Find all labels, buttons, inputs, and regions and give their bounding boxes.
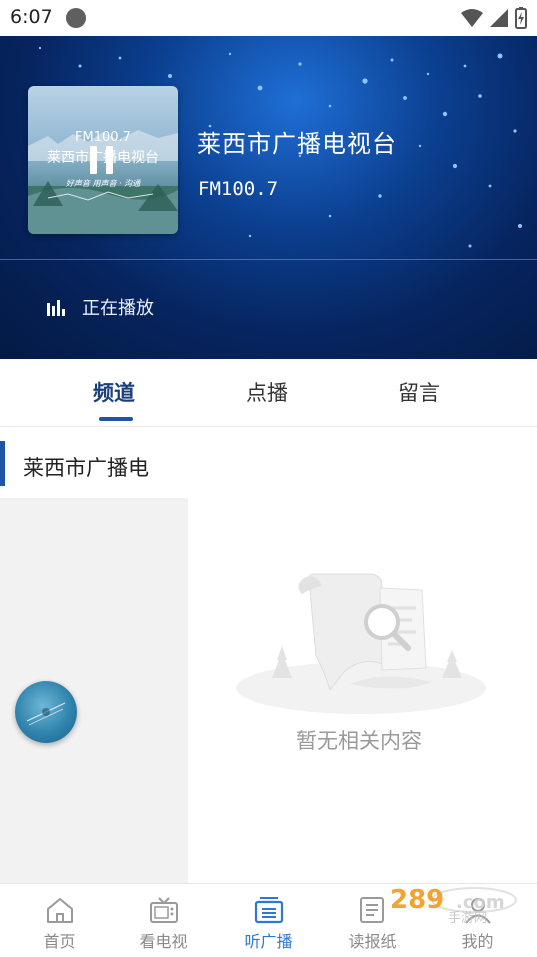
- now-playing-label: 正在播放: [82, 298, 154, 319]
- home-icon: [46, 898, 73, 923]
- status-time: 6:07: [10, 6, 53, 28]
- pause-icon-bar-right: [106, 146, 113, 174]
- cover-frequency: FM100.7: [75, 130, 131, 145]
- cover-slogan: 好声音 用声音 · 沟通: [65, 179, 141, 188]
- floating-player-disc[interactable]: [15, 681, 77, 743]
- status-bar: 6:07: [0, 0, 537, 36]
- pause-icon-bar-left: [90, 146, 97, 174]
- battery-icon: [515, 7, 527, 29]
- equalizer-icon: [47, 300, 65, 316]
- notification-dot-icon: [66, 8, 86, 28]
- player-header: FM100.7 莱西市广播电视台 好声音 用声音 · 沟通 莱西市广播电视台 F…: [0, 36, 537, 359]
- disc-artwork-icon: [26, 702, 66, 726]
- wifi-icon: [461, 9, 483, 27]
- divider: [0, 259, 537, 260]
- station-frequency: FM100.7: [198, 178, 279, 200]
- signal-icon: [490, 9, 508, 27]
- nav-label-radio: 听广播: [244, 932, 293, 951]
- empty-state-message: 暂无相关内容: [296, 729, 422, 753]
- station-title: 莱西市广播电视台: [197, 130, 397, 158]
- tab-bar: 频道 点播 留言: [0, 359, 537, 427]
- radio-icon: [254, 897, 283, 924]
- tab-on-demand[interactable]: 点播: [246, 377, 288, 407]
- tv-icon: [149, 897, 178, 923]
- status-icons: [461, 7, 527, 29]
- album-cover[interactable]: FM100.7 莱西市广播电视台 好声音 用声音 · 沟通: [28, 86, 178, 234]
- nav-item-radio[interactable]: 听广播: [215, 884, 322, 957]
- pause-button[interactable]: [90, 146, 116, 174]
- nav-label-tv: 看电视: [139, 932, 188, 951]
- tab-channels[interactable]: 频道: [93, 377, 135, 407]
- section-accent-bar: [0, 441, 5, 486]
- empty-state-illustration: [236, 573, 486, 714]
- watermark-logo: 289 .com 手游网: [390, 885, 517, 926]
- section-title: 莱西市广播电: [23, 456, 149, 480]
- section-header: 莱西市广播电: [0, 438, 537, 486]
- svg-text:.com: .com: [456, 892, 505, 913]
- now-playing-indicator: 正在播放: [46, 294, 154, 320]
- nav-item-home[interactable]: 首页: [6, 884, 113, 957]
- active-tab-indicator: [99, 417, 133, 421]
- tab-messages[interactable]: 留言: [398, 377, 440, 407]
- nav-label-home: 首页: [43, 932, 76, 951]
- nav-item-tv[interactable]: 看电视: [110, 884, 217, 957]
- svg-text:手游网: 手游网: [448, 911, 487, 926]
- svg-text:289: 289: [390, 885, 444, 915]
